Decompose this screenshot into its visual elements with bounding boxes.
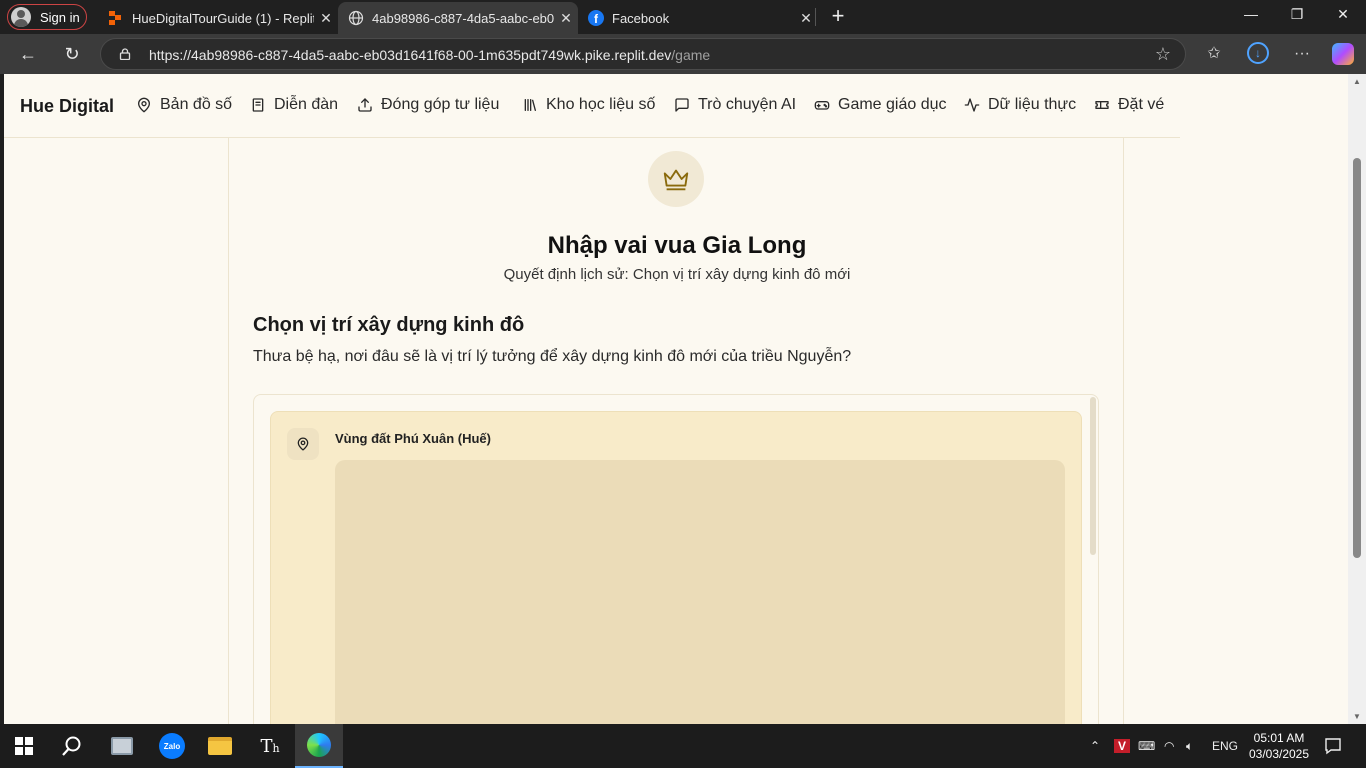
nav-tickets[interactable]: Đặt vé xyxy=(1094,96,1164,114)
tab-title: Facebook xyxy=(612,10,670,26)
book-icon xyxy=(252,98,264,112)
ticket-icon xyxy=(1095,101,1109,109)
close-tab-icon[interactable]: ✕ xyxy=(314,10,338,27)
input-method-icon[interactable]: ⌨ xyxy=(1138,724,1155,768)
more-menu-icon[interactable]: ··· xyxy=(1290,42,1314,66)
address-bar[interactable]: https://4ab98986-c887-4da5-aabc-eb03d164… xyxy=(100,38,1186,70)
profile-avatar-icon xyxy=(11,7,31,27)
options-list[interactable]: Vùng đất Phú Xuân (Huế) xyxy=(253,394,1099,724)
restore-icon[interactable]: ❐ xyxy=(1274,6,1320,28)
map-pin-icon xyxy=(138,97,150,113)
nav-forum[interactable]: Diễn đàn xyxy=(250,96,338,114)
option-card[interactable]: Vùng đất Phú Xuân (Huế) xyxy=(270,411,1082,724)
volume-icon[interactable]: 🔈︎ xyxy=(1186,724,1193,768)
map-pin-icon xyxy=(287,428,319,460)
scroll-up-icon[interactable]: ▲ xyxy=(1353,77,1361,86)
nav-label: Đặt vé xyxy=(1118,96,1165,113)
tab-facebook[interactable]: f Facebook ✕ xyxy=(578,2,818,34)
clock-date: 03/03/2025 xyxy=(1248,747,1310,761)
close-window-icon[interactable]: ✕ xyxy=(1320,6,1366,28)
library-icon xyxy=(524,99,536,111)
windows-taskbar: Zalo Th ⌃ V ⌨ ◠ 🔈︎ ENG 05:01 AM 03/03/20… xyxy=(0,724,1366,768)
nav-contribute[interactable]: Đóng góp tư liệu xyxy=(357,96,499,114)
sign-in-button[interactable]: Sign in xyxy=(7,4,87,30)
show-hidden-icons[interactable]: ⌃ xyxy=(1090,724,1100,768)
game-content: Nhập vai vua Gia Long Quyết định lịch sử… xyxy=(228,138,1124,724)
notification-icon[interactable] xyxy=(1324,724,1342,768)
option-label: Vùng đất Phú Xuân (Huế) xyxy=(335,431,491,446)
game-subtitle: Quyết định lịch sử: Chọn vị trí xây dựng… xyxy=(503,266,851,283)
game-title: Nhập vai vua Gia Long xyxy=(547,232,807,259)
edge-browser-icon[interactable] xyxy=(295,724,343,768)
gamepad-icon xyxy=(814,101,830,110)
download-icon[interactable]: ↓ xyxy=(1247,42,1269,64)
question-text: Thưa bệ hạ, nơi đâu sẽ là vị trí lý tưởn… xyxy=(253,348,852,365)
back-arrow-icon[interactable]: ← xyxy=(16,42,40,66)
globe-icon xyxy=(348,10,364,26)
clock-time: 05:01 AM xyxy=(1253,731,1305,745)
activity-icon xyxy=(964,98,980,112)
page-viewport: Hue Digital Bản đồ số Diễn đàn Đóng góp … xyxy=(4,74,1348,724)
tab-title: 4ab98986-c887-4da5-aabc-eb03d1641f68 xyxy=(372,10,554,26)
options-scrollbar[interactable] xyxy=(1090,397,1096,555)
site-brand[interactable]: Hue Digital xyxy=(20,96,114,117)
nav-label: Trò chuyện AI xyxy=(698,96,797,113)
scrollbar-thumb[interactable] xyxy=(1353,158,1361,558)
scroll-down-icon[interactable]: ▼ xyxy=(1353,712,1361,721)
vietkey-icon[interactable]: V xyxy=(1114,724,1131,768)
site-header: Hue Digital Bản đồ số Diễn đàn Đóng góp … xyxy=(4,74,1180,138)
search-icon[interactable] xyxy=(48,724,96,768)
nav-library[interactable]: Kho học liệu số xyxy=(522,96,655,114)
facebook-icon: f xyxy=(588,10,604,26)
file-explorer-icon[interactable] xyxy=(196,724,244,768)
browser-toolbar: ← ↻ https://4ab98986-c887-4da5-aabc-eb03… xyxy=(0,34,1366,74)
replit-icon xyxy=(108,10,124,26)
favorite-star-icon[interactable]: ☆ xyxy=(1155,44,1171,65)
url-text: https://4ab98986-c887-4da5-aabc-eb03d164… xyxy=(149,47,711,63)
zalo-icon[interactable]: Zalo xyxy=(148,724,196,768)
language-indicator[interactable]: ENG xyxy=(1212,724,1238,768)
nav-label: Bản đồ số xyxy=(160,96,233,113)
refresh-icon[interactable]: ↻ xyxy=(60,42,84,66)
question-title: Chọn vị trí xây dựng kinh đô xyxy=(253,314,525,336)
nav-label: Đóng góp tư liệu xyxy=(381,96,500,113)
app-viewer-icon[interactable] xyxy=(98,724,146,768)
wifi-icon[interactable]: ◠ xyxy=(1164,724,1174,768)
tab-divider xyxy=(815,8,816,26)
copilot-icon[interactable] xyxy=(1332,43,1356,67)
system-clock[interactable]: 05:01 AM 03/03/2025 xyxy=(1244,730,1314,762)
tab-replit[interactable]: HueDigitalTourGuide (1) - Replit ✕ xyxy=(98,2,338,34)
lock-icon xyxy=(119,48,131,60)
tab-title: HueDigitalTourGuide (1) - Replit xyxy=(132,10,314,26)
close-tab-icon[interactable]: ✕ xyxy=(554,10,578,27)
typora-icon[interactable]: Th xyxy=(246,724,294,768)
tab-game[interactable]: 4ab98986-c887-4da5-aabc-eb03d1641f68 ✕ xyxy=(338,2,578,34)
nav-live-data[interactable]: Dữ liệu thực xyxy=(964,96,1076,114)
windows-logo-icon xyxy=(15,737,33,755)
minimize-icon[interactable]: — xyxy=(1228,6,1274,28)
nav-ai-chat[interactable]: Trò chuyện AI xyxy=(674,96,796,114)
browser-tab-strip: Sign in HueDigitalTourGuide (1) - Replit… xyxy=(0,0,1366,34)
nav-label: Game giáo dục xyxy=(838,96,947,113)
nav-digital-map[interactable]: Bản đồ số xyxy=(136,96,232,114)
sign-in-label: Sign in xyxy=(40,9,80,25)
start-button[interactable] xyxy=(0,724,48,768)
nav-label: Dữ liệu thực xyxy=(988,96,1077,113)
upload-icon xyxy=(358,98,372,112)
chat-icon xyxy=(675,98,689,112)
favorites-icon[interactable]: ✩ xyxy=(1202,42,1226,66)
nav-label: Diễn đàn xyxy=(274,96,339,113)
page-scrollbar[interactable]: ▲ ▼ xyxy=(1348,74,1366,724)
nav-label: Kho học liệu số xyxy=(546,96,656,113)
crown-icon xyxy=(648,151,704,207)
nav-edu-game[interactable]: Game giáo dục xyxy=(814,96,947,114)
new-tab-button[interactable]: + xyxy=(826,4,850,30)
option-image-placeholder xyxy=(335,460,1065,724)
